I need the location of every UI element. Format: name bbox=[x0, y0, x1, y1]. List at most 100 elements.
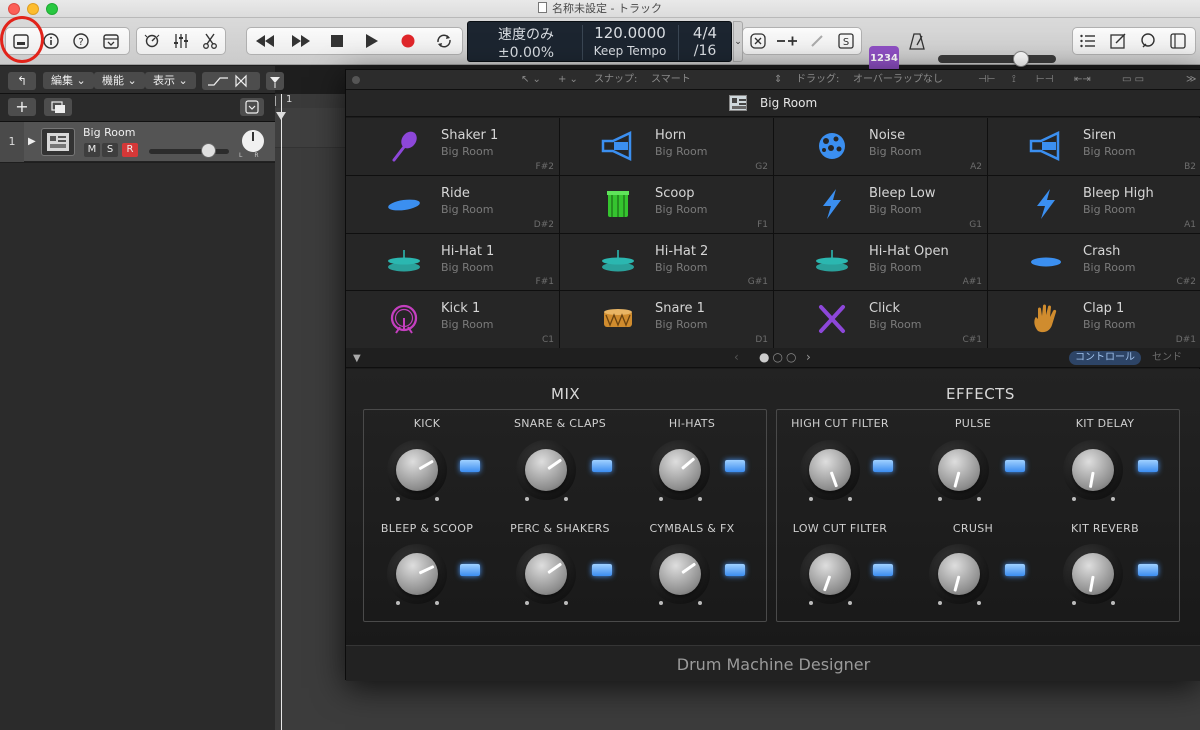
drum-pad[interactable]: Noise Big Room A2 bbox=[774, 118, 987, 175]
more-icon[interactable]: ≫ bbox=[1186, 70, 1196, 90]
duplicate-track-button[interactable] bbox=[44, 98, 72, 116]
enable-led-button[interactable] bbox=[1138, 460, 1158, 472]
rotary-knob[interactable] bbox=[1063, 544, 1123, 604]
track-name[interactable]: Big Room bbox=[83, 126, 135, 139]
playhead[interactable] bbox=[281, 94, 282, 730]
drum-pad[interactable]: Siren Big Room B2 bbox=[988, 118, 1200, 175]
drum-pad[interactable]: Bleep High Big Room A1 bbox=[988, 175, 1200, 233]
rotary-knob[interactable] bbox=[1063, 440, 1123, 500]
plugin-close-button[interactable] bbox=[352, 76, 360, 84]
fast-forward-button[interactable] bbox=[283, 28, 319, 54]
enable-led-button[interactable] bbox=[460, 564, 480, 576]
tab-control[interactable]: コントロール bbox=[1069, 351, 1141, 365]
drum-pad[interactable]: Horn Big Room G2 bbox=[560, 118, 773, 175]
track-icon[interactable] bbox=[41, 128, 75, 156]
rotary-knob[interactable] bbox=[516, 440, 576, 500]
snap-value[interactable]: スマート bbox=[651, 70, 691, 90]
enable-led-button[interactable] bbox=[1005, 564, 1025, 576]
overview-icon[interactable]: ▭ ▭ bbox=[1122, 70, 1144, 90]
enable-led-button[interactable] bbox=[1005, 460, 1025, 472]
drum-pad[interactable]: Hi-Hat 1 Big Room F#1 bbox=[346, 233, 559, 291]
drum-pad[interactable]: Click Big Room C#1 bbox=[774, 291, 987, 348]
edit-menu[interactable]: 編集 ⌄ bbox=[43, 72, 94, 89]
view-menu[interactable]: 表示 ⌄ bbox=[145, 72, 196, 89]
add-track-button[interactable]: + bbox=[8, 98, 36, 116]
catch-button[interactable] bbox=[266, 72, 284, 90]
rotary-knob[interactable] bbox=[929, 440, 989, 500]
rotary-knob[interactable] bbox=[516, 544, 576, 604]
rewind-button[interactable] bbox=[247, 28, 283, 54]
collapse-triangle-icon[interactable]: ▼ bbox=[353, 353, 361, 364]
replace-button[interactable] bbox=[743, 28, 773, 54]
enable-led-button[interactable] bbox=[592, 564, 612, 576]
drum-pad[interactable]: Kick 1 Big Room C1 bbox=[346, 291, 559, 348]
tab-send[interactable]: センド bbox=[1152, 351, 1182, 365]
master-volume-thumb[interactable] bbox=[1012, 51, 1029, 67]
drum-pad[interactable]: Hi-Hat Open Big Room A#1 bbox=[774, 233, 987, 291]
horizontal-zoom-icon[interactable]: ⊢⊣ bbox=[1036, 70, 1053, 90]
stop-button[interactable] bbox=[319, 28, 355, 54]
rotary-knob[interactable] bbox=[929, 544, 989, 604]
drum-pad[interactable]: Ride Big Room D#2 bbox=[346, 175, 559, 233]
drum-pad[interactable]: Scoop Big Room F1 bbox=[560, 175, 773, 233]
fit-zoom-icon[interactable]: ⇤⇥ bbox=[1074, 70, 1091, 90]
track-list-area[interactable] bbox=[0, 163, 275, 730]
drum-pad[interactable]: Hi-Hat 2 Big Room G#1 bbox=[560, 233, 773, 291]
master-volume-slider[interactable] bbox=[938, 55, 1056, 63]
record-button[interactable] bbox=[390, 28, 426, 54]
page-dots[interactable]: ●○○ bbox=[759, 350, 799, 364]
previous-page-chevron-icon[interactable]: ‹ bbox=[734, 350, 739, 364]
solo-button[interactable]: S bbox=[832, 28, 862, 54]
functions-menu[interactable]: 機能 ⌄ bbox=[94, 72, 145, 89]
track-volume-slider[interactable] bbox=[149, 149, 229, 154]
global-tracks-button[interactable] bbox=[240, 98, 264, 116]
drum-pad[interactable]: Snare 1 Big Room D1 bbox=[560, 291, 773, 348]
secondary-tool-icon[interactable]: + ⌄ bbox=[558, 70, 578, 90]
vertical-zoom-icon[interactable]: ⟟ bbox=[1012, 70, 1016, 90]
next-page-chevron-icon[interactable]: › bbox=[806, 350, 811, 364]
enable-led-button[interactable] bbox=[460, 460, 480, 472]
track-volume-thumb[interactable] bbox=[201, 143, 216, 158]
record-enable-button[interactable]: R bbox=[122, 143, 138, 157]
tuner-button[interactable] bbox=[773, 28, 803, 54]
play-button[interactable] bbox=[354, 28, 390, 54]
track-header-big-room[interactable]: 1 ▶ Big Room M S R LR bbox=[0, 122, 275, 162]
rotary-knob[interactable] bbox=[800, 440, 860, 500]
smart-controls-button[interactable] bbox=[137, 28, 166, 54]
list-editors-button[interactable] bbox=[1073, 28, 1103, 54]
metronome-button[interactable] bbox=[902, 28, 932, 54]
drag-value[interactable]: オーバーラップなし bbox=[853, 70, 943, 90]
disclosure-triangle-icon[interactable]: ▶ bbox=[28, 136, 36, 147]
lcd-menu-chevron-icon[interactable]: ⌄ bbox=[733, 21, 743, 62]
editors-button[interactable] bbox=[196, 28, 225, 54]
enable-led-button[interactable] bbox=[725, 564, 745, 576]
browser-button[interactable] bbox=[1163, 28, 1193, 54]
rotary-knob[interactable] bbox=[650, 544, 710, 604]
rotary-knob[interactable] bbox=[650, 440, 710, 500]
enable-led-button[interactable] bbox=[1138, 564, 1158, 576]
drum-pad[interactable]: Bleep Low Big Room G1 bbox=[774, 175, 987, 233]
kit-header[interactable]: Big Room bbox=[346, 90, 1200, 117]
lcd-display[interactable]: 速度のみ ±0.00% 120.0000 Keep Tempo 4/4 /16 bbox=[467, 21, 732, 62]
back-arrow-button[interactable]: ↰ bbox=[8, 72, 36, 90]
drum-pad[interactable]: Clap 1 Big Room D#1 bbox=[988, 291, 1200, 348]
drum-pad[interactable]: Shaker 1 Big Room F#2 bbox=[346, 118, 559, 175]
autopunch-button[interactable] bbox=[802, 28, 832, 54]
enable-led-button[interactable] bbox=[592, 460, 612, 472]
quick-help-button[interactable]: ? bbox=[66, 28, 96, 54]
solo-track-button[interactable]: S bbox=[102, 143, 118, 157]
pan-knob[interactable] bbox=[241, 129, 265, 153]
cycle-button[interactable] bbox=[426, 28, 462, 54]
enable-led-button[interactable] bbox=[725, 460, 745, 472]
enable-led-button[interactable] bbox=[873, 460, 893, 472]
mixer-button[interactable] bbox=[166, 28, 195, 54]
enable-led-button[interactable] bbox=[873, 564, 893, 576]
toolbar-toggle-button[interactable] bbox=[96, 28, 126, 54]
mute-button[interactable]: M bbox=[84, 143, 100, 157]
playhead-handle-icon[interactable] bbox=[276, 107, 286, 120]
automation-tools[interactable] bbox=[202, 72, 260, 90]
loop-browser-button[interactable] bbox=[1133, 28, 1163, 54]
waveform-zoom-icon[interactable]: ⊣⊢ bbox=[978, 70, 995, 90]
drum-pad[interactable]: Crash Big Room C#2 bbox=[988, 233, 1200, 291]
notepad-button[interactable] bbox=[1103, 28, 1133, 54]
